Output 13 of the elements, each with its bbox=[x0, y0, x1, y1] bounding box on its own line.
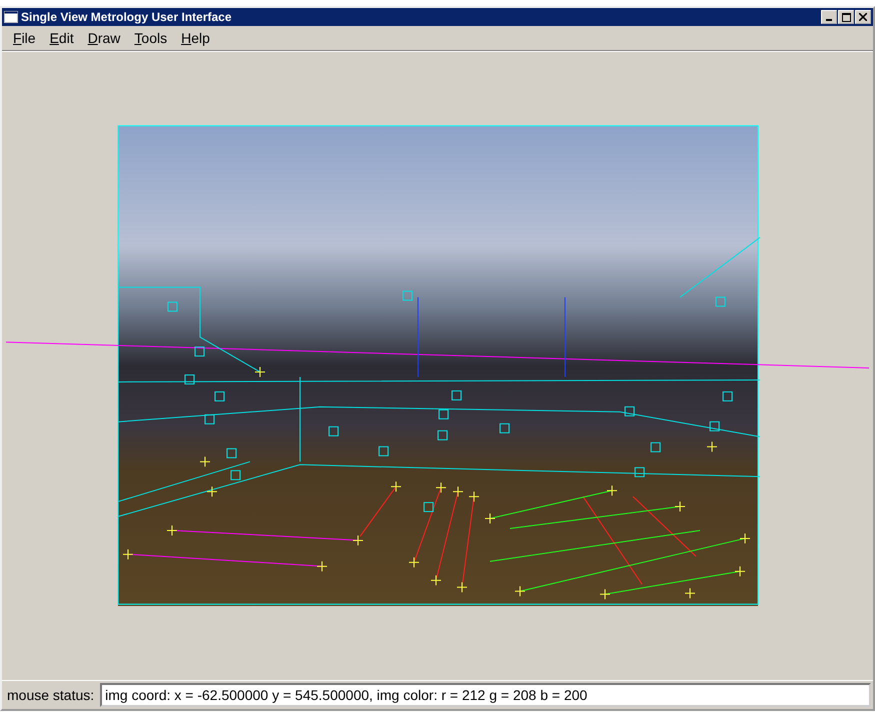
close-button[interactable] bbox=[855, 10, 871, 24]
maximize-button[interactable] bbox=[838, 10, 854, 24]
window-title: Single View Metrology User Interface bbox=[21, 10, 233, 24]
menu-item[interactable]: Draw bbox=[80, 30, 128, 46]
minimize-button[interactable] bbox=[821, 10, 837, 24]
status-field: img coord: x = -62.500000 y = 545.500000, img color: r = 212 g = 208 b = 200 bbox=[100, 683, 871, 707]
maximize-icon bbox=[842, 12, 850, 22]
menu-item[interactable]: Help bbox=[174, 30, 217, 46]
menu-item[interactable]: File bbox=[6, 30, 43, 46]
close-icon bbox=[859, 13, 867, 21]
menu-item[interactable]: Tools bbox=[127, 30, 174, 46]
status-label: mouse status: bbox=[6, 686, 96, 705]
menu-item[interactable]: Edit bbox=[42, 30, 81, 46]
